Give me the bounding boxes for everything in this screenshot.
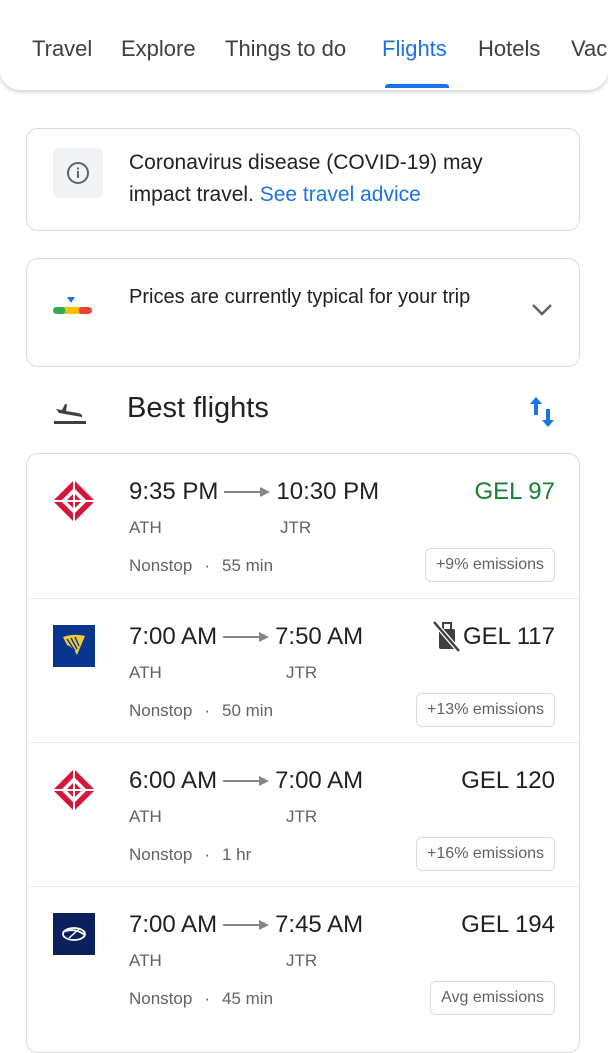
departure-airport: ATH: [129, 663, 162, 682]
tab-explore[interactable]: Explore: [121, 36, 196, 62]
stops: Nonstop: [129, 701, 193, 720]
flight-meta: Nonstop · 45 min: [129, 989, 274, 1008]
price-insight-card[interactable]: Prices are currently typical for your tr…: [26, 258, 580, 367]
arrival-airport: JTR: [280, 518, 312, 537]
arrival-time: 7:50 AM: [275, 623, 364, 650]
flight-meta: Nonstop · 55 min: [129, 556, 274, 575]
flight-price: GEL 194: [461, 911, 555, 938]
arrival-time: 10:30 PM: [276, 478, 380, 505]
harp-logo: [53, 625, 95, 667]
flight-meta: Nonstop · 1 hr: [129, 845, 252, 864]
sort-icon[interactable]: [528, 395, 556, 429]
price-level-icon: [53, 297, 92, 314]
no-carry-on-icon: [432, 620, 461, 653]
stops: Nonstop: [129, 556, 193, 575]
covid-advisory-card: Coronavirus disease (COVID-19) may impac…: [26, 128, 580, 231]
flight-row[interactable]: 9:35 PM 10:30 PM ATH JTR Nonstop · 55 min …: [27, 454, 579, 598]
departure-airport: ATH: [129, 518, 162, 537]
olympic-rings-logo: [53, 480, 95, 522]
tab-flights[interactable]: Flights: [382, 36, 447, 62]
arrow-right-icon: [223, 920, 270, 930]
emissions-badge[interactable]: Avg emissions: [430, 981, 555, 1015]
duration: 55 min: [222, 556, 274, 575]
departure-time: 7:00 AM: [129, 623, 218, 650]
arrow-right-icon: [223, 776, 270, 786]
departing-flight-icon: [54, 404, 86, 424]
duration: 1 hr: [222, 845, 252, 864]
departure-time: 6:00 AM: [129, 767, 218, 794]
olympic-rings-logo: [53, 769, 95, 811]
info-icon: [67, 162, 89, 184]
flight-times: 9:35 PM 10:30 PM: [129, 478, 379, 506]
departure-airport: ATH: [129, 951, 162, 970]
flight-price: GEL 117: [462, 623, 555, 650]
flights-list: 9:35 PM 10:30 PM ATH JTR Nonstop · 55 min …: [26, 453, 580, 1053]
arrival-airport: JTR: [286, 807, 318, 826]
flight-price: GEL 97: [474, 478, 556, 505]
travel-advice-link[interactable]: See travel advice: [260, 183, 421, 206]
emissions-badge[interactable]: +9% emissions: [424, 548, 555, 582]
flight-row[interactable]: 6:00 AM 7:00 AM ATH JTR Nonstop · 1 hr GEL…: [27, 742, 579, 887]
flight-price: GEL 120: [461, 767, 555, 794]
tab-vacation-rentals[interactable]: Vac: [571, 36, 607, 62]
tab-hotels[interactable]: Hotels: [478, 36, 540, 62]
emissions-badge[interactable]: +16% emissions: [416, 837, 555, 871]
arrival-time: 7:00 AM: [275, 767, 364, 794]
price-insight-text: Prices are currently typical for your tr…: [129, 286, 471, 308]
tab-travel[interactable]: Travel: [32, 36, 92, 62]
arrow-right-icon: [224, 487, 271, 497]
departure-airport: ATH: [129, 807, 162, 826]
departure-time: 9:35 PM: [129, 478, 219, 505]
departure-time: 7:00 AM: [129, 911, 218, 938]
stops: Nonstop: [129, 989, 193, 1008]
top-nav-tabs: Travel Explore Things to do Flights Hote…: [0, 0, 608, 90]
chevron-down-icon[interactable]: [531, 303, 553, 317]
arrival-time: 7:45 AM: [275, 911, 364, 938]
flight-times: 7:00 AM 7:50 AM: [129, 623, 363, 651]
tab-things-to-do[interactable]: Things to do: [225, 36, 346, 62]
flight-times: 6:00 AM 7:00 AM: [129, 767, 363, 795]
bird-logo: [53, 913, 95, 955]
arrow-right-icon: [223, 632, 270, 642]
duration: 50 min: [222, 701, 274, 720]
covid-advisory-text: Coronavirus disease (COVID-19) may impac…: [129, 147, 549, 211]
flight-row[interactable]: 7:00 AM 7:45 AM ATH JTR Nonstop · 45 min G…: [27, 886, 579, 1031]
best-flights-title: Best flights: [127, 392, 269, 424]
arrival-airport: JTR: [286, 663, 318, 682]
duration: 45 min: [222, 989, 274, 1008]
active-tab-indicator: [385, 84, 449, 88]
arrival-airport: JTR: [286, 951, 318, 970]
emissions-badge[interactable]: +13% emissions: [416, 693, 555, 727]
info-icon-box: [53, 148, 103, 198]
flight-meta: Nonstop · 50 min: [129, 701, 274, 720]
flight-times: 7:00 AM 7:45 AM: [129, 911, 363, 939]
stops: Nonstop: [129, 845, 193, 864]
flight-row[interactable]: 7:00 AM 7:50 AM ATH JTR Nonstop · 50 min G…: [27, 598, 579, 743]
